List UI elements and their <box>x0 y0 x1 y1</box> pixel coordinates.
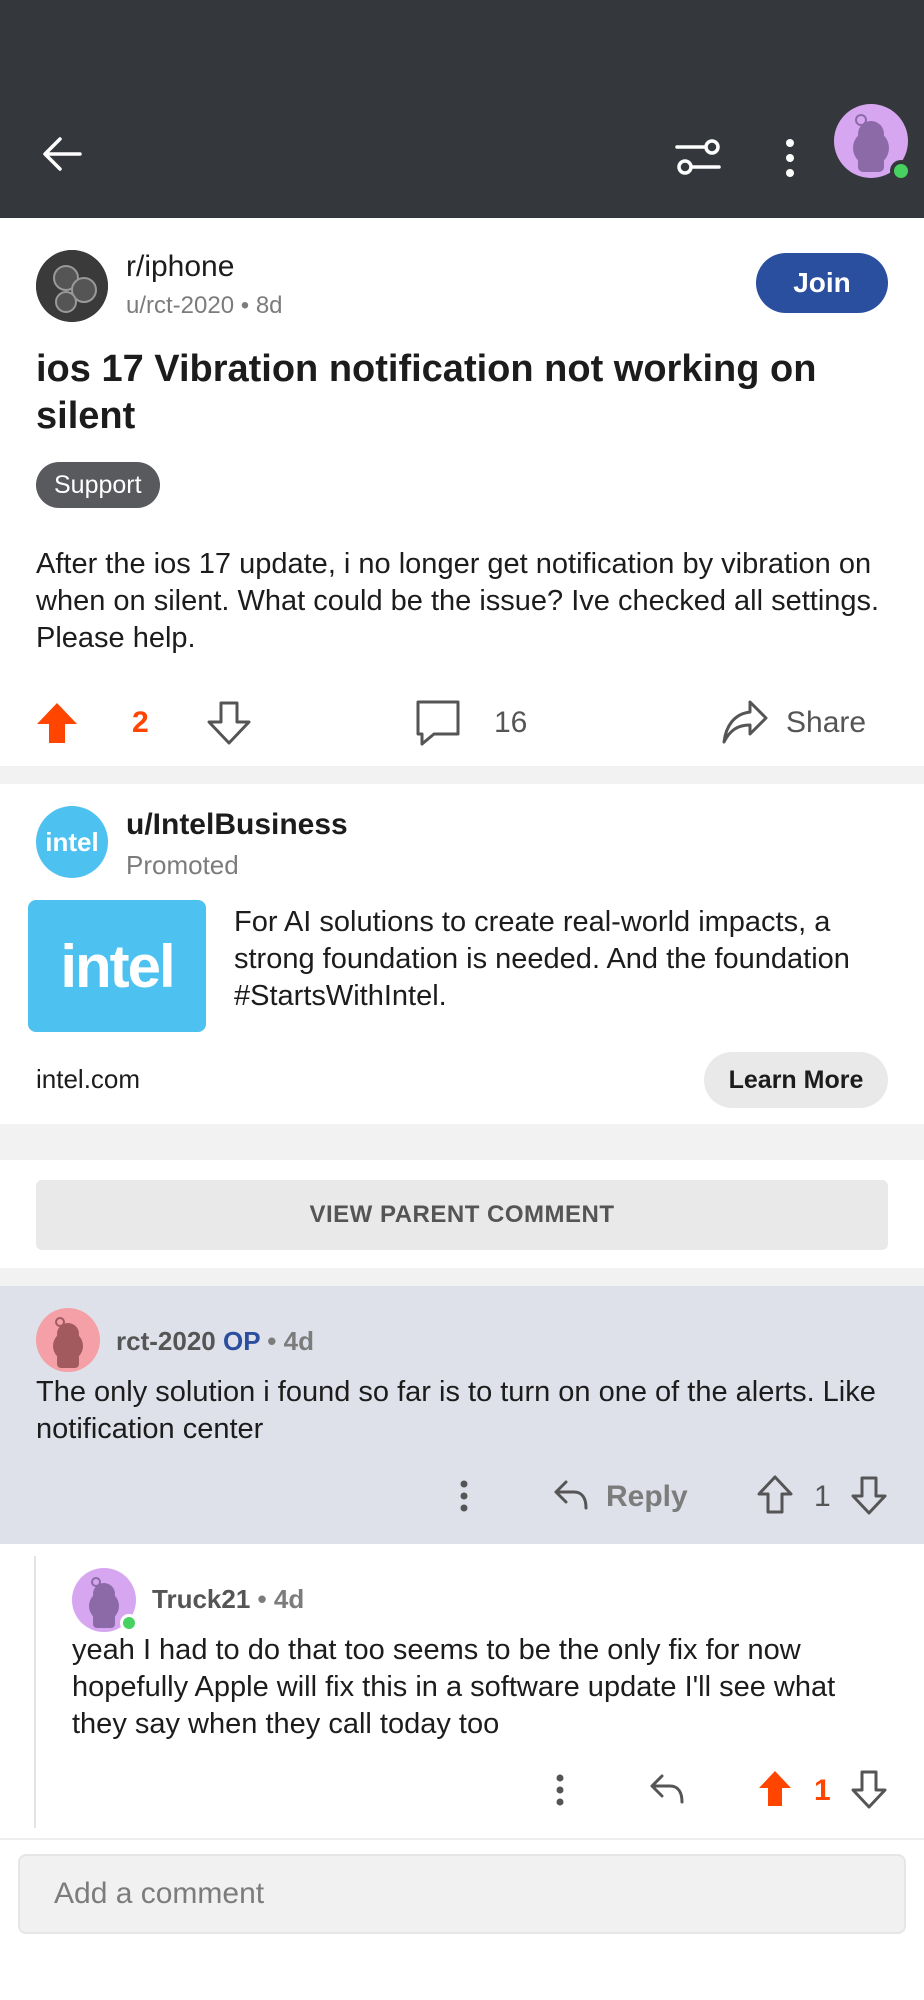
add-comment-input[interactable]: Add a comment <box>18 1854 906 1934</box>
promoted-label: Promoted <box>126 850 239 880</box>
post-flair[interactable]: Support <box>36 462 160 508</box>
comment-body: yeah I had to do that too seems to be th… <box>72 1634 836 1740</box>
ad-avatar[interactable]: intel <box>36 806 108 878</box>
subreddit-avatar[interactable] <box>36 250 108 322</box>
meta-separator: • <box>234 292 256 319</box>
share-label[interactable]: Share <box>786 706 866 740</box>
subreddit-name[interactable]: r/iphone <box>126 250 234 284</box>
meta-separator: • <box>250 1584 274 1614</box>
post-meta: u/rct-2020 • 8d <box>126 292 283 320</box>
comment-age: 4d <box>283 1326 314 1356</box>
commenter-avatar[interactable] <box>36 1308 100 1372</box>
join-button[interactable]: Join <box>756 253 888 313</box>
ad-text[interactable]: For AI solutions to create real-world im… <box>234 904 884 1015</box>
section-divider <box>0 1124 924 1160</box>
comment-body: The only solution i found so far is to t… <box>36 1376 876 1445</box>
comment-meta: Truck21 • 4d <box>152 1584 304 1615</box>
ad-image[interactable]: intel <box>28 900 206 1032</box>
post-comment-count: 16 <box>494 706 528 739</box>
downvote-icon[interactable] <box>206 700 252 751</box>
post-title: ios 17 Vibration notification not workin… <box>36 348 817 437</box>
sort-filter-icon[interactable] <box>664 124 732 192</box>
comment-more-icon[interactable] <box>450 1476 478 1521</box>
comment-upvote-icon[interactable] <box>756 1768 794 1815</box>
comment-more-icon[interactable] <box>546 1770 574 1815</box>
reply-icon[interactable] <box>552 1478 590 1517</box>
comment-upvote-icon[interactable] <box>756 1474 794 1521</box>
op-badge: OP <box>222 1326 261 1356</box>
comment-downvote-icon[interactable] <box>850 1768 888 1815</box>
upvote-icon[interactable] <box>34 700 80 751</box>
user-avatar[interactable] <box>834 104 912 182</box>
commenter-avatar[interactable] <box>72 1568 138 1632</box>
post-age: 8d <box>255 292 283 319</box>
meta-separator: • <box>260 1326 284 1356</box>
post-author[interactable]: u/rct-2020 <box>126 292 234 319</box>
section-divider <box>0 766 924 784</box>
post-body: After the ios 17 update, i no longer get… <box>36 548 880 654</box>
share-icon[interactable] <box>720 698 770 751</box>
post-actions: 2 16 Share <box>0 690 924 754</box>
post-vote-count: 2 <box>132 706 149 739</box>
more-options-icon[interactable] <box>756 124 824 192</box>
thread-line[interactable] <box>34 1556 36 1828</box>
reply-icon[interactable] <box>648 1772 686 1811</box>
comment-age: 4d <box>273 1584 305 1614</box>
comment-author[interactable]: Truck21 <box>152 1584 250 1614</box>
ad-username[interactable]: u/IntelBusiness <box>126 808 348 842</box>
reply-label[interactable]: Reply <box>606 1480 688 1514</box>
comment-author[interactable]: rct-2020 <box>116 1326 216 1356</box>
comment-vote-count: 1 <box>814 1480 831 1513</box>
comment-meta: rct-2020 OP • 4d <box>116 1326 314 1357</box>
section-divider <box>0 1268 924 1286</box>
view-parent-comment-button[interactable]: VIEW PARENT COMMENT <box>36 1180 888 1250</box>
back-arrow-icon[interactable] <box>28 120 96 188</box>
online-status-dot <box>120 1614 138 1632</box>
comment-vote-count: 1 <box>814 1774 831 1807</box>
learn-more-button[interactable]: Learn More <box>704 1052 888 1108</box>
ad-domain[interactable]: intel.com <box>36 1064 140 1095</box>
top-app-bar <box>0 0 924 218</box>
comment-icon[interactable] <box>414 698 462 753</box>
comment-downvote-icon[interactable] <box>850 1474 888 1521</box>
online-status-dot <box>890 160 912 182</box>
